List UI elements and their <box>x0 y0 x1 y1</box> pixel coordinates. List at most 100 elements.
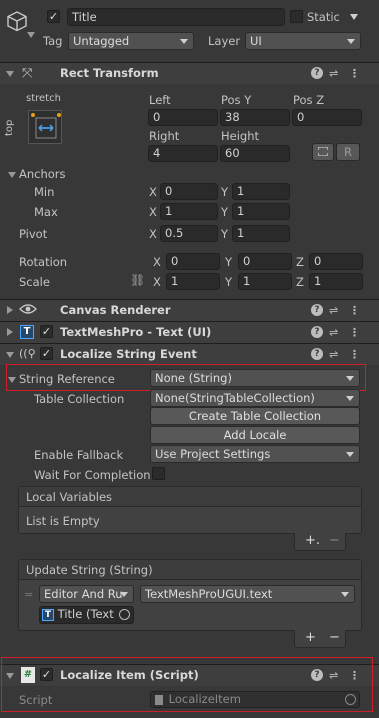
constrain-proportions-icon[interactable]: ⛓ <box>130 273 145 287</box>
raw-edit-button[interactable]: R <box>336 143 360 161</box>
anchor-max-x-input[interactable]: 1 <box>160 203 218 220</box>
textmeshpro-enabled-checkbox[interactable]: ✓ <box>40 325 53 338</box>
rect-transform-title: Rect Transform <box>60 66 159 80</box>
anchor-max-y-label: Y <box>221 205 229 219</box>
canvas-renderer-foldout[interactable] <box>7 306 13 314</box>
table-collection-dropdown[interactable]: None(StringTableCollection) <box>150 389 360 407</box>
static-label: Static <box>307 10 340 24</box>
local-variables-list: Local Variables List is Empty <box>18 486 362 534</box>
localize-event-icon: ((⚲ <box>19 347 36 360</box>
add-variable-icon[interactable]: +. <box>305 533 320 548</box>
scale-label: Scale <box>19 275 50 289</box>
rotation-x-input[interactable]: 0 <box>166 253 220 270</box>
create-table-collection-button[interactable]: Create Table Collection <box>150 407 360 425</box>
more-icon[interactable]: ⋮ <box>349 348 360 361</box>
textmeshpro-title: TextMeshPro - Text (UI) <box>60 325 212 339</box>
anchor-min-y-input[interactable]: 1 <box>232 183 290 200</box>
anchor-min-x-label: X <box>149 185 157 199</box>
anchor-preset-button[interactable] <box>28 110 62 144</box>
rotation-y-label: Y <box>225 255 233 269</box>
text-component-icon: T <box>20 325 34 339</box>
anchor-max-label: Max <box>34 205 58 219</box>
anchors-foldout[interactable] <box>8 172 16 178</box>
layer-dropdown[interactable]: UI <box>245 32 361 50</box>
more-icon[interactable]: ⋮ <box>349 326 360 339</box>
help-icon[interactable]: ? <box>311 326 323 338</box>
target-object-field[interactable]: T Title (Text <box>39 606 134 624</box>
scale-z-input[interactable]: 1 <box>309 273 363 290</box>
posy-input[interactable]: 38 <box>220 109 290 126</box>
remove-variable-icon[interactable]: − <box>329 533 340 548</box>
scale-y-label: Y <box>225 275 233 289</box>
height-input[interactable]: 60 <box>220 145 290 162</box>
gameobject-cube-icon <box>6 10 28 32</box>
anchors-label: Anchors <box>19 167 66 181</box>
rotation-label: Rotation <box>19 255 68 269</box>
drag-handle-icon[interactable]: = <box>24 588 33 601</box>
anchor-min-x-input[interactable]: 0 <box>160 183 218 200</box>
help-icon[interactable]: ? <box>311 348 323 360</box>
preset-icon[interactable]: ⇌ <box>329 348 338 361</box>
help-icon[interactable]: ? <box>311 304 323 316</box>
wait-for-completion-label: Wait For Completion <box>34 468 151 482</box>
posz-label: Pos Z <box>293 93 325 107</box>
posz-input[interactable]: 0 <box>292 109 362 126</box>
localize-string-event-foldout[interactable] <box>6 352 14 358</box>
rotation-z-input[interactable]: 0 <box>309 253 363 270</box>
scale-x-input[interactable]: 1 <box>166 273 220 290</box>
scale-z-label: Z <box>296 275 304 289</box>
anchor-preset-vertical-label: top <box>4 119 15 136</box>
tag-label: Tag <box>43 34 63 48</box>
pivot-y-input[interactable]: 1 <box>232 225 290 242</box>
right-input[interactable]: 4 <box>148 145 218 162</box>
enable-fallback-dropdown[interactable]: Use Project Settings <box>150 445 360 463</box>
preset-icon[interactable]: ⇌ <box>329 67 338 80</box>
rect-transform-header[interactable]: ⤧ Rect Transform ? ⇌ ⋮ <box>0 62 379 84</box>
anchor-max-y-input[interactable]: 1 <box>232 203 290 220</box>
preset-icon[interactable]: ⇌ <box>329 326 338 339</box>
rect-transform-foldout[interactable] <box>6 71 14 77</box>
preset-icon[interactable]: ⇌ <box>329 304 338 317</box>
anchor-preset-horizontal-label: stretch <box>26 93 61 104</box>
update-string-event: Update String (String) = Editor And Ru T… <box>18 559 362 631</box>
left-input[interactable]: 0 <box>148 109 218 126</box>
blueprint-mode-button[interactable] <box>312 143 334 161</box>
gameobject-name-input[interactable]: Title <box>67 8 285 26</box>
layer-label: Layer <box>208 34 241 48</box>
local-variables-title: Local Variables <box>26 490 113 504</box>
remove-listener-icon[interactable]: − <box>329 630 340 645</box>
enable-fallback-label: Enable Fallback <box>34 448 124 462</box>
update-string-header: Update String (String) <box>19 560 361 580</box>
gameobject-icon-dropdown[interactable] <box>27 32 35 38</box>
object-picker-icon[interactable] <box>119 609 130 620</box>
canvas-renderer-header[interactable]: Canvas Renderer ? ⇌ ⋮ <box>0 299 379 321</box>
rotation-y-input[interactable]: 0 <box>238 253 292 270</box>
right-label: Right <box>149 129 180 143</box>
rotation-x-label: X <box>153 255 161 269</box>
tag-dropdown[interactable]: Untagged <box>68 32 194 50</box>
static-checkbox[interactable] <box>290 10 303 23</box>
wait-for-completion-checkbox[interactable] <box>152 467 165 480</box>
textmeshpro-foldout[interactable] <box>7 328 13 336</box>
height-label: Height <box>221 129 260 143</box>
text-object-icon: T <box>42 608 54 621</box>
localize-string-event-header[interactable]: ((⚲ ✓ Localize String Event ? ⇌ ⋮ <box>0 343 379 365</box>
add-locale-button[interactable]: Add Locale <box>150 426 360 444</box>
static-dropdown-arrow[interactable] <box>350 14 358 20</box>
localize-item-highlight <box>1 657 373 712</box>
pivot-x-input[interactable]: 0.5 <box>160 225 218 242</box>
localize-event-enabled-checkbox[interactable]: ✓ <box>40 347 53 360</box>
more-icon[interactable]: ⋮ <box>349 304 360 317</box>
add-listener-icon[interactable]: + <box>305 630 316 645</box>
function-dropdown[interactable]: TextMeshProUGUI.text <box>140 585 355 603</box>
gameobject-active-checkbox[interactable]: ✓ <box>47 10 60 23</box>
runtime-mode-dropdown[interactable]: Editor And Ru <box>39 585 134 603</box>
more-icon[interactable]: ⋮ <box>349 67 360 80</box>
help-icon[interactable]: ? <box>311 67 323 79</box>
textmeshpro-header[interactable]: T ✓ TextMeshPro - Text (UI) ? ⇌ ⋮ <box>0 321 379 343</box>
left-label: Left <box>149 93 171 107</box>
anchor-stretch-icon <box>31 113 61 139</box>
pivot-x-label: X <box>149 227 157 241</box>
scale-y-input[interactable]: 1 <box>238 273 292 290</box>
localize-string-event-title: Localize String Event <box>60 347 197 361</box>
